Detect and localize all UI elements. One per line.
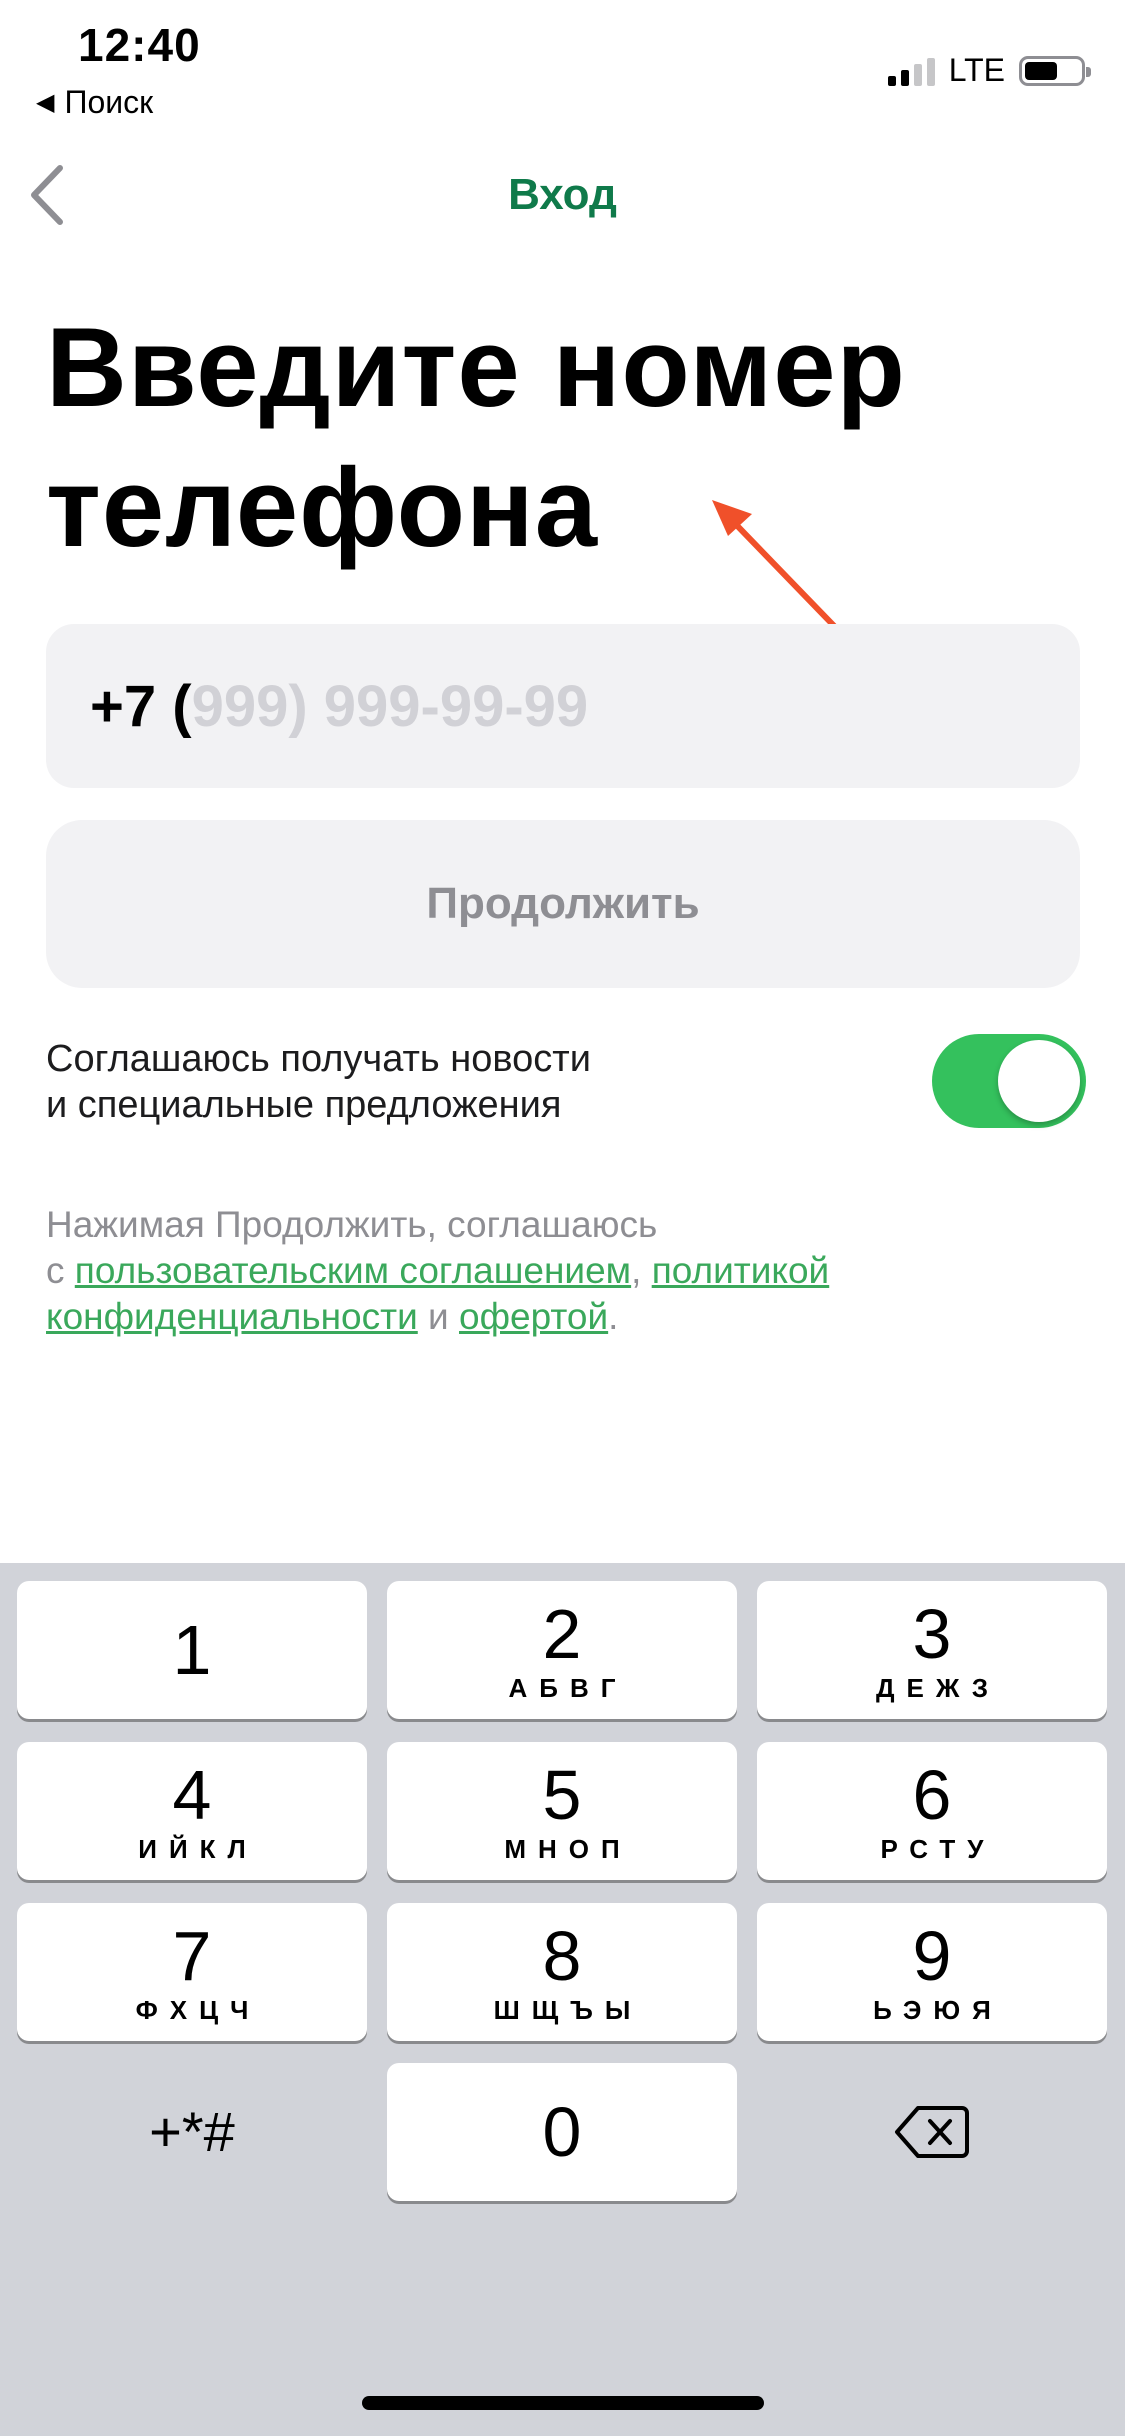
key-letters: ЬЭЮЯ [873, 1995, 1003, 2025]
legal-text-part: , [631, 1250, 652, 1291]
key-7[interactable]: 7 ФХЦЧ [17, 1903, 367, 2041]
key-digit: 7 [172, 1917, 212, 1995]
consent-line-2: и специальные предложения [46, 1084, 562, 1126]
key-digit: 2 [542, 1595, 582, 1673]
continue-button[interactable]: Продолжить [46, 820, 1080, 988]
key-0[interactable]: 0 [387, 2063, 737, 2201]
delete-key[interactable] [757, 2063, 1107, 2201]
consent-label: Соглашаюсь получать новости и специальны… [46, 1036, 591, 1128]
page-title: Вход [508, 170, 617, 219]
key-digit: 0 [542, 2093, 582, 2171]
key-digit: 8 [542, 1917, 582, 1995]
back-to-app-link[interactable]: ◀ Поиск [36, 84, 153, 121]
privacy-policy-link-2[interactable]: конфиденциальности [46, 1296, 418, 1337]
legal-text: Нажимая Продолжить, соглашаюсь с пользов… [46, 1202, 1086, 1340]
consent-line-1: Соглашаюсь получать новости [46, 1038, 591, 1080]
privacy-policy-link-1[interactable]: политикой [652, 1250, 830, 1291]
legal-text-part: Нажимая Продолжить, соглашаюсь [46, 1204, 658, 1245]
key-5[interactable]: 5 МНОП [387, 1742, 737, 1880]
home-indicator[interactable] [362, 2396, 764, 2410]
legal-text-part: . [608, 1296, 619, 1337]
key-4[interactable]: 4 ИЙКЛ [17, 1742, 367, 1880]
back-triangle-icon: ◀ [36, 89, 55, 116]
symbols-key[interactable]: +*# [17, 2063, 367, 2201]
legal-text-part: и [417, 1296, 459, 1337]
numeric-keyboard: 1 2 АБВГ 3 ДЕЖЗ 4 ИЙКЛ 5 МНОП 6 РСТУ 7 Ф… [0, 1563, 1125, 2436]
key-digit: 5 [542, 1756, 582, 1834]
phone-input[interactable]: +7 ( 999) 999-99-99 [46, 624, 1080, 788]
signal-icon [887, 56, 935, 86]
key-digit: 3 [912, 1595, 952, 1673]
backspace-icon [895, 2106, 969, 2158]
key-letters: ДЕЖЗ [876, 1673, 1000, 1703]
key-2[interactable]: 2 АБВГ [387, 1581, 737, 1719]
back-app-label: Поиск [64, 84, 154, 120]
key-digit: 6 [912, 1756, 952, 1834]
key-letters: ФХЦЧ [135, 1995, 261, 2025]
key-1[interactable]: 1 [17, 1581, 367, 1719]
status-indicators: LTE [887, 52, 1091, 89]
key-digit: 1 [172, 1611, 212, 1689]
key-digit: 4 [172, 1756, 212, 1834]
offer-link[interactable]: офертой [459, 1296, 608, 1337]
network-label: LTE [948, 52, 1005, 88]
key-3[interactable]: 3 ДЕЖЗ [757, 1581, 1107, 1719]
key-letters: МНОП [504, 1834, 632, 1864]
phone-placeholder: 999) 999-99-99 [191, 673, 589, 739]
status-time: 12:40 [78, 19, 201, 71]
key-6[interactable]: 6 РСТУ [757, 1742, 1107, 1880]
battery-icon [1019, 55, 1091, 86]
consent-toggle[interactable] [932, 1034, 1086, 1128]
key-letters: АБВГ [508, 1673, 628, 1703]
user-agreement-link[interactable]: пользовательским соглашением [75, 1250, 631, 1291]
key-9[interactable]: 9 ЬЭЮЯ [757, 1903, 1107, 2041]
phone-prefix: +7 ( [90, 673, 192, 739]
key-letters: РСТУ [880, 1834, 996, 1864]
key-letters: ШЩЪЫ [493, 1995, 643, 2025]
key-8[interactable]: 8 ШЩЪЫ [387, 1903, 737, 2041]
legal-text-part: с [46, 1250, 75, 1291]
key-digit: 9 [912, 1917, 952, 1995]
key-letters: ИЙКЛ [138, 1834, 258, 1864]
